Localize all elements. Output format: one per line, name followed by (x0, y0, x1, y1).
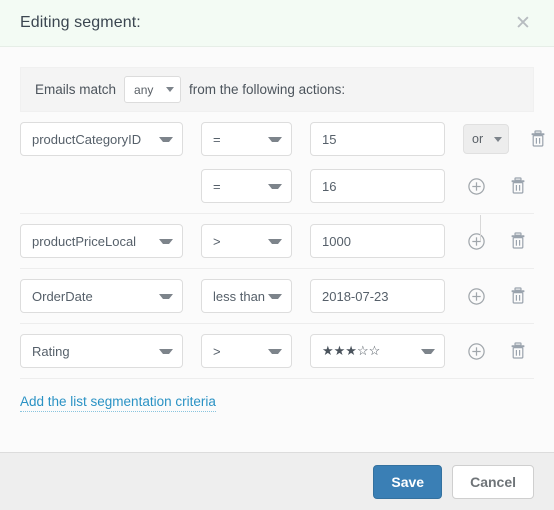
chevron-down-icon (159, 238, 173, 244)
chevron-down-icon (421, 348, 435, 354)
dialog-footer: Save Cancel (0, 452, 554, 510)
rule-value-text: 1000 (322, 233, 351, 249)
rule-field-select[interactable]: productCategoryID (20, 122, 183, 156)
add-segmentation-criteria-link[interactable]: Add the list segmentation criteria (20, 394, 216, 412)
chevron-down-icon (166, 87, 175, 92)
plus-circle-icon (467, 232, 485, 250)
rule-group: productPriceLocal >1000 (20, 213, 534, 261)
match-prefix-label: Emails match (35, 82, 117, 97)
chevron-down-icon (159, 293, 173, 299)
rule-value-input[interactable]: 1000 (310, 224, 445, 258)
add-condition-button[interactable] (463, 283, 489, 309)
delete-condition-button[interactable] (505, 228, 531, 254)
rule-operator-value: = (213, 131, 221, 147)
dialog-header: Editing segment: ✕ (0, 0, 554, 47)
rule-field-value: productCategoryID (32, 131, 142, 147)
chevron-down-icon (268, 183, 282, 189)
rule-operator-select[interactable]: less than (201, 279, 292, 313)
close-icon[interactable]: ✕ (510, 10, 536, 36)
save-button[interactable]: Save (373, 464, 443, 499)
rule-row: = 16 (20, 166, 534, 206)
trash-icon (511, 177, 525, 194)
chevron-down-icon (159, 348, 173, 354)
rule-operator-value: = (213, 178, 221, 194)
trash-icon (531, 130, 545, 147)
rule-value-text: 2018-07-23 (322, 288, 389, 304)
plus-circle-icon (467, 342, 485, 360)
match-type-value: any (134, 82, 154, 97)
rule-field-select[interactable]: productPriceLocal (20, 224, 183, 258)
chevron-down-icon (159, 136, 173, 142)
rule-operator-select[interactable]: = (201, 122, 292, 156)
rule-row: productPriceLocal >1000 (20, 221, 534, 261)
match-criteria-bar: Emails match any from the following acti… (20, 67, 534, 112)
rule-value-input[interactable]: 16 (310, 169, 445, 203)
match-suffix-label: from the following actions: (189, 82, 346, 97)
add-condition-button[interactable] (463, 338, 489, 364)
rule-operator-select[interactable]: = (201, 169, 292, 203)
chevron-down-icon (494, 136, 502, 142)
trash-icon (511, 342, 525, 359)
match-type-select[interactable]: any (124, 76, 182, 103)
delete-condition-button[interactable] (505, 173, 531, 199)
add-condition-button[interactable] (463, 228, 489, 254)
delete-condition-button[interactable] (505, 283, 531, 309)
editing-segment-dialog: Editing segment: ✕ Emails match any from… (0, 0, 554, 510)
delete-condition-button[interactable] (505, 338, 531, 364)
add-condition-button[interactable] (463, 173, 489, 199)
rule-field-select[interactable]: Rating (20, 334, 183, 368)
plus-circle-icon (467, 177, 485, 195)
rule-row: Rating > ★★★☆☆ (20, 331, 534, 371)
cancel-button[interactable]: Cancel (452, 464, 534, 499)
rule-value-text: 15 (322, 131, 337, 147)
rule-row: OrderDate less than 2018-07-23 (20, 276, 534, 316)
trash-icon (511, 287, 525, 304)
plus-circle-icon (467, 287, 485, 305)
rule-value-stars: ★★★☆☆ (322, 343, 381, 358)
trash-icon (511, 232, 525, 249)
rule-operator-value: > (213, 233, 221, 249)
dialog-title: Editing segment: (20, 14, 141, 31)
rule-operator-select[interactable]: > (201, 224, 292, 258)
chevron-down-icon (268, 348, 282, 354)
rule-field-value: productPriceLocal (32, 233, 137, 249)
rule-value-input[interactable]: 2018-07-23 (310, 279, 445, 313)
rule-group: OrderDate less than 2018-07-23 (20, 268, 534, 316)
rule-operator-select[interactable]: > (201, 334, 292, 368)
rules-list: productCategoryID = 15 or = 16 productPriceLoc… (0, 119, 554, 379)
chevron-down-icon (268, 136, 282, 142)
chevron-down-icon (268, 238, 282, 244)
rule-conjunction-select[interactable]: or (463, 124, 509, 154)
rule-value-text: 16 (322, 178, 337, 194)
chevron-down-icon (268, 293, 282, 299)
rule-field-select[interactable]: OrderDate (20, 279, 183, 313)
rule-group: productCategoryID = 15 or = 16 (20, 119, 545, 206)
rule-group: Rating > ★★★☆☆ (20, 323, 534, 379)
add-criteria-wrap: Add the list segmentation criteria (0, 379, 554, 412)
dialog-body: Emails match any from the following acti… (0, 47, 554, 452)
rule-conjunction-value: or (472, 132, 484, 146)
rule-value-select[interactable]: ★★★☆☆ (310, 334, 445, 368)
group-connector-line (480, 215, 481, 241)
rule-field-value: OrderDate (32, 288, 93, 304)
rule-operator-value: less than (213, 288, 266, 304)
rule-value-input[interactable]: 15 (310, 122, 445, 156)
delete-condition-button[interactable] (525, 126, 551, 152)
rule-field-value: Rating (32, 343, 70, 359)
rule-operator-value: > (213, 343, 221, 359)
rule-row: productCategoryID = 15 or (20, 119, 545, 159)
